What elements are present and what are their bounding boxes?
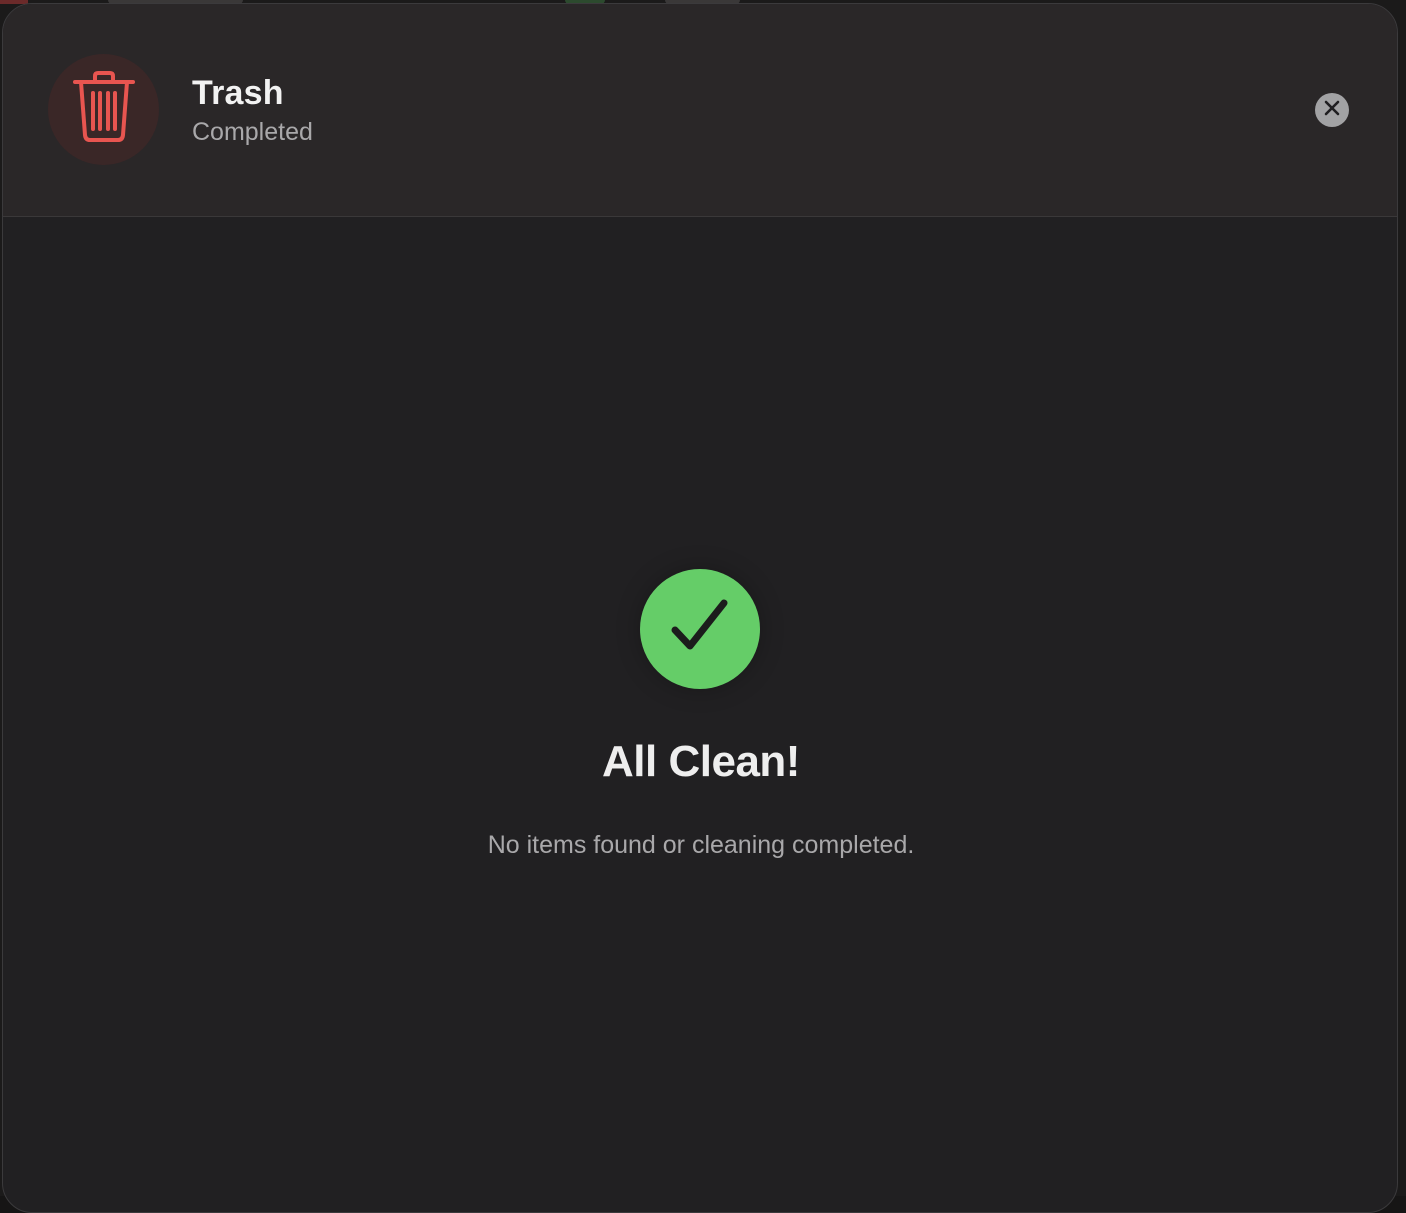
result-content: All Clean! No items found or cleaning co… [3, 217, 1397, 1197]
close-button[interactable] [1315, 93, 1349, 127]
trash-icon [72, 71, 135, 148]
close-icon [1324, 100, 1340, 121]
cleanup-result-sheet: Trash Completed All Clean! No items foun… [2, 3, 1398, 1213]
result-title: All Clean! [602, 737, 800, 786]
checkmark-icon [670, 598, 730, 661]
success-badge [640, 569, 760, 689]
trash-icon-badge [48, 54, 159, 165]
status-text: Completed [192, 118, 313, 146]
result-message: No items found or cleaning completed. [487, 831, 915, 859]
sheet-header: Trash Completed [3, 4, 1397, 217]
category-title: Trash [192, 74, 284, 112]
